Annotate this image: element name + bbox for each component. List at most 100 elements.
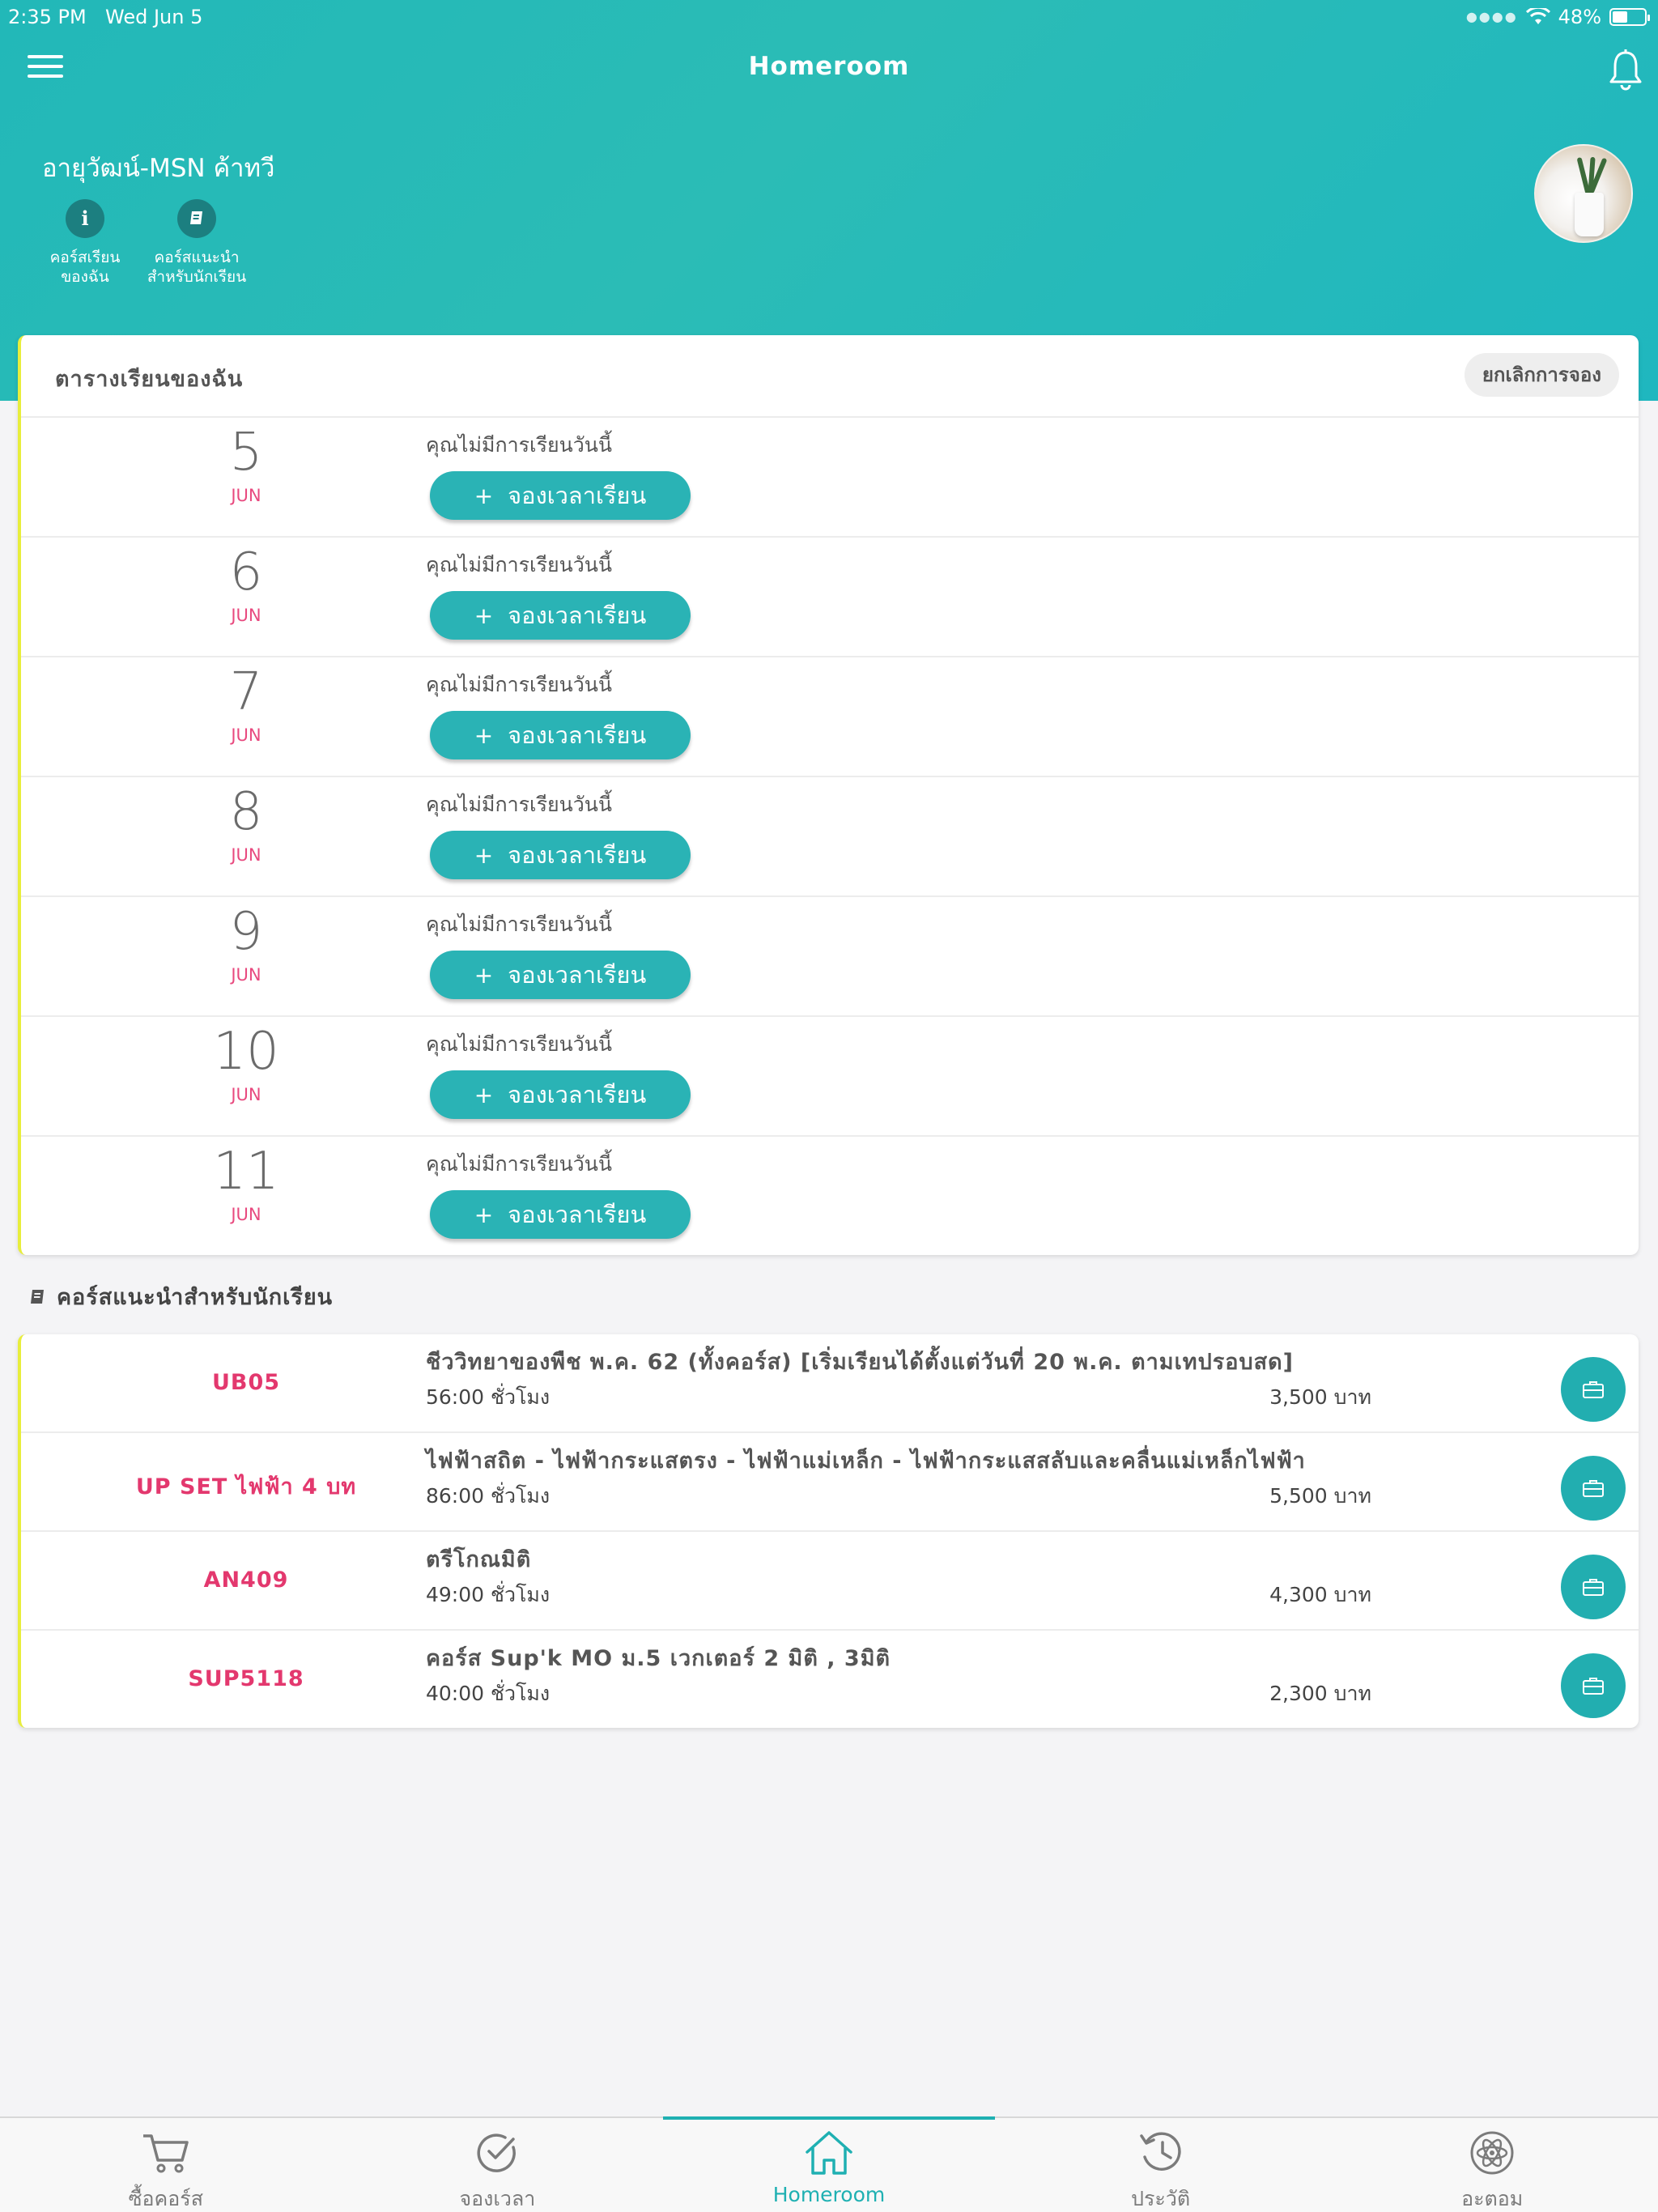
day-row: 8 JUN คุณไม่มีการเรียนวันนี้ + จองเวลาเรี… <box>21 777 1639 897</box>
schedule-title: ตารางเรียนของฉัน <box>55 367 244 392</box>
tab-atom[interactable]: อะตอม <box>1326 2118 1658 2212</box>
check-circle-icon <box>477 2133 517 2172</box>
course-code: UP SET ไฟฟ้า 4 บท <box>135 1474 357 1499</box>
day-row: 10 JUN คุณไม่มีการเรียนวันนี้ + จองเวลาเร… <box>21 1017 1639 1137</box>
day-month: JUN <box>231 486 261 505</box>
tab-homeroom[interactable]: Homeroom <box>663 2116 995 2212</box>
course-price: 4,300 บาท <box>1269 1583 1371 1606</box>
home-icon <box>806 2131 852 2175</box>
day-month: JUN <box>231 1205 261 1224</box>
avatar-pot <box>1575 193 1604 236</box>
day-row: 5 JUN คุณไม่มีการเรียนวันนี้ + จองเวลาเรี… <box>21 418 1639 538</box>
buy-course-button[interactable] <box>1561 1357 1626 1422</box>
course-hours: 40:00 ชั่วโมง <box>426 1682 551 1705</box>
day-row: 9 JUN คุณไม่มีการเรียนวันนี้ + จองเวลาเรี… <box>21 897 1639 1017</box>
recommended-section-title: คอร์สแนะนำสำหรับนักเรียน <box>28 1279 333 1314</box>
course-code: AN409 <box>203 1568 289 1593</box>
day-number: 6 <box>229 542 263 602</box>
book-time-label: จองเวลาเรียน <box>508 721 647 749</box>
course-name: ชีววิทยาของพืช พ.ค. 62 (ทั้งคอร์ส) [เริ่… <box>426 1350 1294 1375</box>
day-row: 6 JUN คุณไม่มีการเรียนวันนี้ + จองเวลาเรี… <box>21 538 1639 657</box>
bell-icon[interactable] <box>1608 49 1643 91</box>
quick-link-label: คอร์สแนะนำ <box>154 249 240 266</box>
book-time-label: จองเวลาเรียน <box>508 961 647 989</box>
buy-course-button[interactable] <box>1561 1456 1626 1521</box>
book-time-label: จองเวลาเรียน <box>508 1081 647 1108</box>
day-month: JUN <box>231 845 261 865</box>
briefcase-icon <box>1583 1381 1604 1398</box>
tab-booking[interactable]: จองเวลา <box>332 2118 664 2212</box>
no-class-text: คุณไม่มีการเรียนวันนี้ <box>426 912 612 936</box>
course-row[interactable]: SUP5118 คอร์ส Sup'k MO ม.5 เวกเตอร์ 2 มิ… <box>21 1631 1639 1729</box>
status-right: ●●●● 48% <box>1465 0 1650 34</box>
buy-course-button[interactable] <box>1561 1653 1626 1718</box>
buy-course-button[interactable] <box>1561 1555 1626 1619</box>
book-time-button[interactable]: + จองเวลาเรียน <box>430 591 691 640</box>
status-time: 2:35 PM <box>8 6 87 28</box>
day-list: 5 JUN คุณไม่มีการเรียนวันนี้ + จองเวลาเรี… <box>21 418 1639 1257</box>
tab-label: จองเวลา <box>459 2187 536 2210</box>
battery-fill <box>1613 11 1627 23</box>
book-time-label: จองเวลาเรียน <box>508 482 647 509</box>
course-code: UB05 <box>211 1370 281 1395</box>
briefcase-icon <box>1583 1678 1604 1695</box>
day-number: 11 <box>213 1142 279 1202</box>
plus-icon: + <box>474 722 494 749</box>
no-class-text: คุณไม่มีการเรียนวันนี้ <box>426 553 612 576</box>
tab-label: ประวัติ <box>1131 2187 1191 2210</box>
battery-icon <box>1609 8 1650 26</box>
recommended-title-text: คอร์สแนะนำสำหรับนักเรียน <box>57 1285 334 1310</box>
day-number: 10 <box>213 1022 279 1082</box>
book-time-button[interactable]: + จองเวลาเรียน <box>430 1190 691 1239</box>
cancel-booking-button[interactable]: ยกเลิกการจอง <box>1464 353 1619 397</box>
course-hours: 49:00 ชั่วโมง <box>426 1583 551 1606</box>
day-number: 9 <box>229 902 263 962</box>
day-number: 7 <box>229 662 263 722</box>
cellular-signal-icon: ●●●● <box>1465 9 1518 24</box>
book-time-button[interactable]: + จองเวลาเรียน <box>430 711 691 759</box>
book-time-button[interactable]: + จองเวลาเรียน <box>430 1070 691 1119</box>
tab-label: อะตอม <box>1461 2187 1524 2210</box>
book-icon <box>31 1289 44 1304</box>
recommended-courses-link[interactable]: คอร์สแนะนำ สำหรับนักเรียน <box>138 199 256 287</box>
battery-percent: 48% <box>1558 6 1601 28</box>
book-time-label: จองเวลาเรียน <box>508 602 647 629</box>
day-month: JUN <box>231 606 261 625</box>
quick-link-label: สำหรับนักเรียน <box>147 268 247 286</box>
tab-history[interactable]: ประวัติ <box>995 2118 1327 2212</box>
day-month: JUN <box>231 965 261 985</box>
briefcase-icon <box>1583 1480 1604 1497</box>
course-row[interactable]: UP SET ไฟฟ้า 4 บท ไฟฟ้าสถิต - ไฟฟ้ากระแส… <box>21 1433 1639 1532</box>
wifi-icon <box>1525 8 1550 24</box>
book-time-button[interactable]: + จองเวลาเรียน <box>430 831 691 879</box>
my-courses-link[interactable]: i คอร์สเรียน ของฉัน <box>42 199 128 287</box>
cart-icon <box>142 2134 189 2173</box>
course-name: คอร์ส Sup'k MO ม.5 เวกเตอร์ 2 มิติ , 3มิ… <box>426 1646 891 1671</box>
plus-icon: + <box>474 1202 494 1228</box>
book-time-button[interactable]: + จองเวลาเรียน <box>430 471 691 520</box>
course-row[interactable]: UB05 ชีววิทยาของพืช พ.ค. 62 (ทั้งคอร์ส) … <box>21 1334 1639 1433</box>
no-class-text: คุณไม่มีการเรียนวันนี้ <box>426 673 612 696</box>
briefcase-icon <box>1583 1579 1604 1596</box>
tab-buy-course[interactable]: ซื้อคอร์ส <box>0 2118 332 2212</box>
avatar[interactable] <box>1534 144 1633 243</box>
day-number: 5 <box>229 423 263 483</box>
plus-icon: + <box>474 483 494 509</box>
no-class-text: คุณไม่มีการเรียนวันนี้ <box>426 793 612 816</box>
course-price: 5,500 บาท <box>1269 1484 1371 1508</box>
quick-link-label: ของฉัน <box>61 268 109 286</box>
course-price: 3,500 บาท <box>1269 1385 1371 1409</box>
tab-label: Homeroom <box>772 2183 886 2206</box>
day-number: 8 <box>229 782 263 842</box>
plus-icon: + <box>474 1082 494 1108</box>
schedule-card: ตารางเรียนของฉัน ยกเลิกการจอง 5 JUN คุณไ… <box>18 335 1639 1255</box>
book-time-button[interactable]: + จองเวลาเรียน <box>430 951 691 999</box>
plus-icon: + <box>474 842 494 869</box>
status-bar: 2:35 PM Wed Jun 5 ●●●● 48% <box>0 0 1658 34</box>
no-class-text: คุณไม่มีการเรียนวันนี้ <box>426 1152 612 1176</box>
no-class-text: คุณไม่มีการเรียนวันนี้ <box>426 433 612 457</box>
course-row[interactable]: AN409 ตรีโกณมิติ 49:00 ชั่วโมง 4,300 บาท <box>21 1532 1639 1631</box>
course-hours: 56:00 ชั่วโมง <box>426 1385 551 1409</box>
atom-icon <box>1470 2131 1514 2175</box>
page-title: Homeroom <box>748 52 910 81</box>
